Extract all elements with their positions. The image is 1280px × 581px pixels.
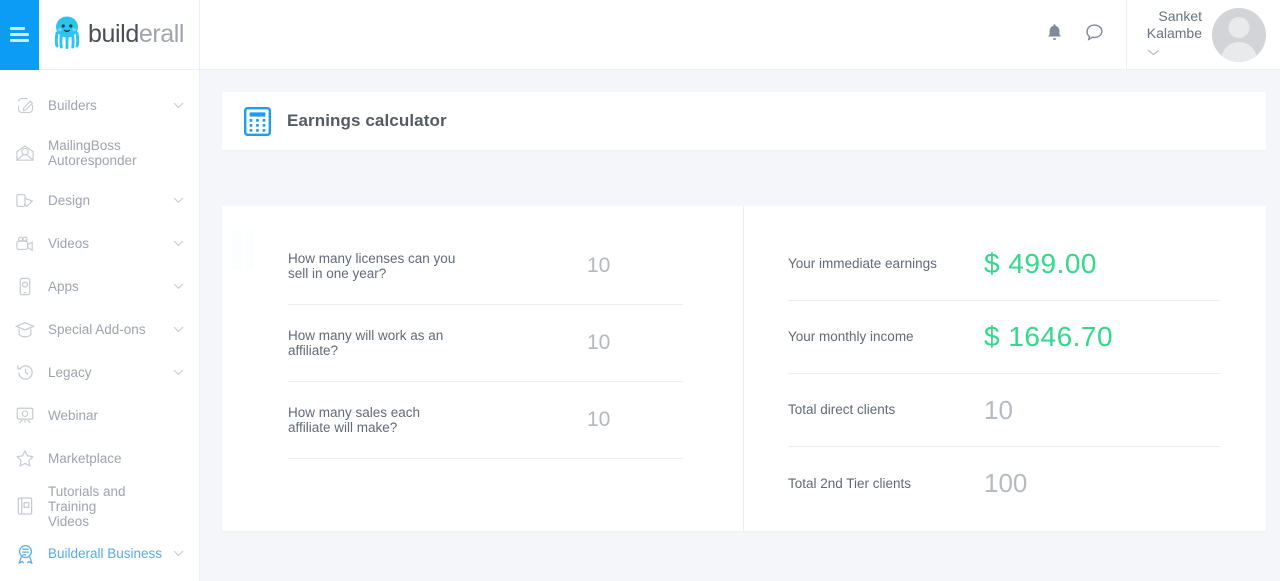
input-question-label: How many licenses can you sell in one ye… (288, 251, 456, 281)
chevron-down-icon[interactable] (173, 240, 185, 247)
user-name: Sanket Kalambe (1146, 8, 1202, 41)
monthly-income-value: $ 1646.70 (984, 321, 1114, 352)
sidebar-item-label: Legacy (48, 365, 92, 380)
sidebar-item-label: Videos (48, 236, 90, 251)
input-question-label: How many sales each affiliate will make? (288, 405, 421, 435)
application-root: builderall Builders MailingBoss Autoresp… (0, 0, 1280, 581)
sidebar-item-apps[interactable]: Apps (0, 265, 199, 308)
bell-icon[interactable] (1046, 23, 1063, 47)
presentation-board-icon (12, 405, 38, 427)
sidebar-item-marketplace[interactable]: Marketplace (0, 437, 199, 480)
sidebar-item-tutorials[interactable]: Tutorials and Training Videos (0, 480, 199, 532)
brand-word-light: erall (138, 20, 185, 48)
brand-wordmark: builderall (88, 20, 184, 49)
business-badge-icon (12, 543, 38, 565)
sidebar-item-label: Webinar (48, 408, 99, 423)
brand-logo[interactable]: builderall (39, 15, 184, 54)
sidebar-item-label: Apps (48, 279, 79, 294)
result-label: Total 2nd Tier clients (788, 475, 912, 491)
sidebar-item-webinar[interactable]: Webinar (0, 394, 199, 437)
input-row: How many sales each affiliate will make? (288, 382, 683, 459)
pencil-square-icon (12, 95, 38, 117)
sidebar-item-label: Builders (48, 98, 97, 113)
video-camera-icon (12, 233, 38, 255)
sidebar-item-mailingboss[interactable]: MailingBoss Autoresponder (0, 127, 199, 179)
page-title: Earnings calculator (287, 111, 447, 130)
result-label: Your immediate earnings (788, 256, 937, 271)
chevron-down-icon[interactable] (173, 326, 185, 333)
book-icon (12, 495, 38, 517)
immediate-earnings-value: $ 499.00 (984, 248, 1097, 279)
chevron-down-icon[interactable] (173, 550, 185, 557)
result-label: Your monthly income (788, 329, 914, 344)
licenses-per-year-input[interactable] (563, 254, 683, 278)
sidebar-item-label: Design (48, 193, 91, 208)
affiliates-count-input[interactable] (563, 331, 683, 355)
sidebar-nav: Builders MailingBoss Autoresponder Desig… (0, 70, 199, 575)
sales-per-affiliate-input[interactable] (563, 408, 683, 432)
calculator-inputs-panel: How many licenses can you sell in one ye… (222, 206, 744, 531)
input-row: How many licenses can you sell in one ye… (288, 228, 683, 305)
inputs-list: How many licenses can you sell in one ye… (222, 206, 743, 459)
calculator-results-panel: Your immediate earnings $ 499.00 Your mo… (744, 206, 1265, 531)
hamburger-menu-icon[interactable] (0, 0, 39, 70)
sidebar-header: builderall (0, 0, 199, 70)
sidebar-item-label: Builderall Business (48, 546, 163, 561)
page-title-card: Earnings calculator (222, 92, 1266, 150)
sidebar-item-builders[interactable]: Builders (0, 84, 199, 127)
envelope-heart-icon (12, 142, 38, 164)
sidebar: builderall Builders MailingBoss Autoresp… (0, 0, 200, 581)
sidebar-item-builderall-business[interactable]: Builderall Business (0, 532, 199, 575)
mobile-phone-icon (12, 276, 38, 298)
main-content: Earnings calculator How many licenses ca… (200, 70, 1280, 581)
graduation-cap-icon (12, 319, 38, 341)
chevron-down-icon[interactable] (173, 102, 185, 109)
total-direct-clients-value: 10 (984, 394, 1013, 425)
design-tools-icon (12, 190, 38, 212)
avatar[interactable] (1212, 7, 1266, 62)
sidebar-item-label: Tutorials and Training Videos (48, 483, 126, 529)
decorative-ghost-mark (232, 230, 254, 270)
user-menu[interactable]: Sanket Kalambe (1127, 0, 1280, 70)
sidebar-item-label: MailingBoss Autoresponder (48, 138, 137, 168)
chevron-down-icon[interactable] (1147, 43, 1202, 61)
sidebar-item-special-addons[interactable]: Special Add-ons (0, 308, 199, 351)
chevron-down-icon[interactable] (173, 369, 185, 376)
brand-word-dark: build (88, 20, 139, 48)
calculator-icon (244, 106, 272, 136)
total-second-tier-clients-value: 100 (984, 468, 1028, 498)
result-row: Total 2nd Tier clients 100 (788, 447, 1221, 520)
input-question-label: How many will work as an affiliate? (288, 328, 444, 358)
input-row: How many will work as an affiliate? (288, 305, 683, 382)
sidebar-item-label: Marketplace (48, 451, 122, 466)
chevron-down-icon[interactable] (173, 283, 185, 290)
result-row: Your immediate earnings $ 499.00 (788, 228, 1221, 301)
header-actions (1046, 23, 1126, 47)
sidebar-item-label: Special Add-ons (48, 322, 146, 337)
result-row: Your monthly income $ 1646.70 (788, 301, 1221, 374)
octopus-logo-icon (53, 15, 81, 54)
results-list: Your immediate earnings $ 499.00 Your mo… (744, 206, 1265, 520)
sidebar-item-design[interactable]: Design (0, 179, 199, 222)
sidebar-item-videos[interactable]: Videos (0, 222, 199, 265)
earnings-calculator-card: How many licenses can you sell in one ye… (222, 206, 1266, 531)
chat-bubble-icon[interactable] (1085, 23, 1104, 47)
star-icon (12, 448, 38, 470)
clock-rewind-icon (12, 362, 38, 384)
top-header: Sanket Kalambe (200, 0, 1280, 70)
result-label: Total direct clients (788, 402, 896, 417)
result-row: Total direct clients 10 (788, 374, 1221, 447)
chevron-down-icon[interactable] (173, 197, 185, 204)
sidebar-item-legacy[interactable]: Legacy (0, 351, 199, 394)
